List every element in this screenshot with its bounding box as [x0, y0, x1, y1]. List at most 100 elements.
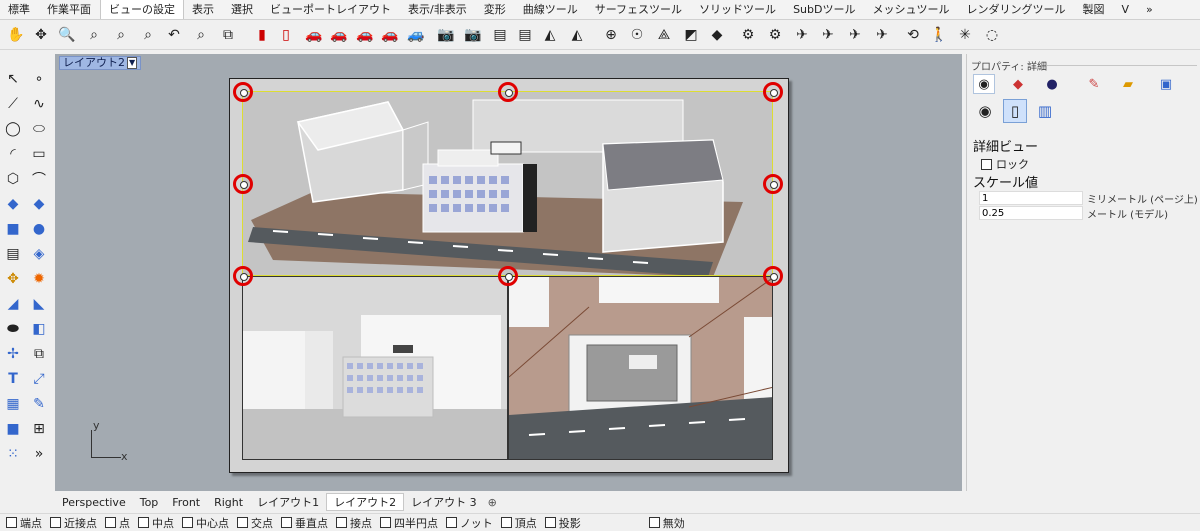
help-tab-icon[interactable]: ▣: [1155, 74, 1177, 94]
layers-tab-icon[interactable]: ◆: [1007, 74, 1029, 94]
osnap-option[interactable]: 端点: [6, 515, 42, 531]
trim-icon[interactable]: ◢: [2, 293, 24, 315]
control-point-handle[interactable]: [763, 174, 783, 194]
osnap-checkbox[interactable]: [281, 517, 292, 528]
move-icon[interactable]: ✢: [2, 343, 24, 365]
osnap-checkbox[interactable]: [138, 517, 149, 528]
osnap-checkbox[interactable]: [6, 517, 17, 528]
walk-person-icon[interactable]: 🚶: [929, 25, 949, 45]
ribbon-tab[interactable]: メッシュツール: [864, 0, 958, 19]
car-back-icon[interactable]: 🚗: [355, 25, 375, 45]
ribbon-tab[interactable]: V: [1113, 0, 1138, 19]
ribbon-tab[interactable]: 表示: [184, 0, 223, 19]
osnap-option[interactable]: 近接点: [50, 515, 97, 531]
car-right-icon[interactable]: 🚗: [380, 25, 400, 45]
plane-fly-2-icon[interactable]: ✈: [818, 25, 838, 45]
rotate-view-icon[interactable]: ✥: [31, 25, 51, 45]
osnap-option[interactable]: 中心点: [182, 515, 229, 531]
osnap-checkbox[interactable]: [500, 517, 512, 528]
zoom-icon[interactable]: 🔍: [57, 25, 77, 45]
database-icon[interactable]: ▥: [1033, 99, 1057, 123]
detail-view-icon[interactable]: ▯: [1003, 99, 1027, 123]
viewport-tab[interactable]: レイアウト1: [250, 494, 326, 510]
boolean-icon[interactable]: ⬬: [2, 318, 24, 340]
osnap-checkbox[interactable]: [182, 517, 193, 528]
lens-length-icon[interactable]: ◭: [540, 25, 560, 45]
osnap-checkbox[interactable]: [648, 517, 660, 528]
viewport-tab[interactable]: レイアウト 3: [404, 494, 484, 510]
control-point-handle[interactable]: [498, 266, 518, 286]
detail-view-plan[interactable]: [508, 276, 773, 460]
walk-figure-icon[interactable]: ⚙: [738, 25, 758, 45]
ribbon-tab[interactable]: 曲線ツール: [515, 0, 587, 19]
osnap-checkbox[interactable]: [50, 517, 61, 528]
ribbon-tab[interactable]: ビューポートレイアウト: [262, 0, 400, 19]
render-icon[interactable]: ⊞: [28, 418, 50, 440]
chevron-down-icon[interactable]: ▼: [127, 57, 138, 69]
viewport-tab[interactable]: Front: [165, 496, 207, 509]
ribbon-tab[interactable]: 選択: [223, 0, 262, 19]
chevron-right-icon[interactable]: »: [1138, 0, 1162, 19]
cube-view-icon[interactable]: ◆: [707, 25, 727, 45]
split-icon[interactable]: ◣: [28, 293, 50, 315]
camera-icon[interactable]: 📷: [436, 25, 456, 45]
control-point-handle[interactable]: [233, 174, 253, 194]
osnap-option[interactable]: 接点: [336, 515, 372, 531]
text-icon[interactable]: T: [2, 368, 24, 390]
ellipse-icon[interactable]: ⬭: [28, 118, 50, 140]
rotate-360-icon[interactable]: ⟲: [903, 25, 923, 45]
model-scale-input[interactable]: [979, 206, 1083, 220]
osnap-checkbox[interactable]: [380, 517, 391, 528]
display-tab-icon[interactable]: ●: [1041, 74, 1063, 94]
osnap-option[interactable]: ノット: [446, 515, 493, 531]
folder-tab-icon[interactable]: ▰: [1117, 74, 1139, 94]
zoom-selected-icon[interactable]: ⌕: [138, 25, 158, 45]
osnap-checkbox[interactable]: [237, 517, 248, 528]
detail-view-front[interactable]: [242, 276, 508, 460]
pan-hand-icon[interactable]: ✋: [6, 25, 26, 45]
car-side-icon[interactable]: 🚗: [329, 25, 349, 45]
osnap-checkbox[interactable]: [544, 517, 556, 528]
zoom-extents-icon[interactable]: ⌕: [111, 25, 131, 45]
curve-icon[interactable]: ∿: [28, 93, 50, 115]
circle-icon[interactable]: ◯: [2, 118, 24, 140]
grid-dots-icon[interactable]: ⁙: [2, 443, 24, 465]
osnap-option[interactable]: 中点: [138, 515, 174, 531]
materials-tab-icon[interactable]: ✎: [1083, 74, 1105, 94]
layout-viewport[interactable]: レイアウト2 ▼ y x: [55, 54, 962, 491]
osnap-checkbox[interactable]: [105, 517, 116, 528]
turntable-icon[interactable]: ◌: [982, 25, 1002, 45]
named-views-icon[interactable]: ▤: [490, 25, 510, 45]
phone-camera-icon[interactable]: ▮: [252, 25, 272, 45]
page-scale-input[interactable]: [979, 191, 1083, 205]
control-point-handle[interactable]: [233, 82, 253, 102]
zoom-target-icon[interactable]: ⌕: [191, 25, 211, 45]
more-tools-icon[interactable]: »: [28, 443, 50, 465]
osnap-option[interactable]: 点: [105, 515, 130, 531]
ribbon-tab[interactable]: 製図: [1074, 0, 1113, 19]
osnap-option[interactable]: 頂点: [500, 515, 537, 531]
osnap-option[interactable]: 垂直点: [281, 515, 328, 531]
fillet-icon[interactable]: ⌒: [28, 168, 50, 190]
camera-place-icon[interactable]: ◩: [681, 25, 701, 45]
ribbon-tab[interactable]: 標準: [0, 0, 39, 19]
ribbon-tab[interactable]: サーフェスツール: [587, 0, 691, 19]
ribbon-tab[interactable]: SubDツール: [785, 0, 864, 19]
two-point-perspective-icon[interactable]: ◭: [567, 25, 587, 45]
control-point-handle[interactable]: [498, 82, 518, 102]
viewport-tab[interactable]: レイアウト2: [326, 493, 405, 511]
transform-icon[interactable]: ◧: [28, 318, 50, 340]
ribbon-tab[interactable]: 変形: [476, 0, 515, 19]
crosshair-icon[interactable]: ⊕: [601, 25, 621, 45]
car-top-icon[interactable]: 🚙: [406, 25, 426, 45]
ribbon-tab[interactable]: 表示/非表示: [400, 0, 476, 19]
sunlight-icon[interactable]: ✳: [955, 25, 975, 45]
ribbon-tab[interactable]: ソリッドツール: [691, 0, 785, 19]
zoom-window-icon[interactable]: ⌕: [84, 25, 104, 45]
render-box-icon[interactable]: ■: [2, 418, 24, 440]
car-front-icon[interactable]: 🚗: [304, 25, 324, 45]
osnap-option[interactable]: 四半円点: [380, 515, 438, 531]
osnap-checkbox[interactable]: [446, 517, 457, 528]
plane-fly-icon[interactable]: ✈: [792, 25, 812, 45]
rectangle-icon[interactable]: ▭: [28, 143, 50, 165]
